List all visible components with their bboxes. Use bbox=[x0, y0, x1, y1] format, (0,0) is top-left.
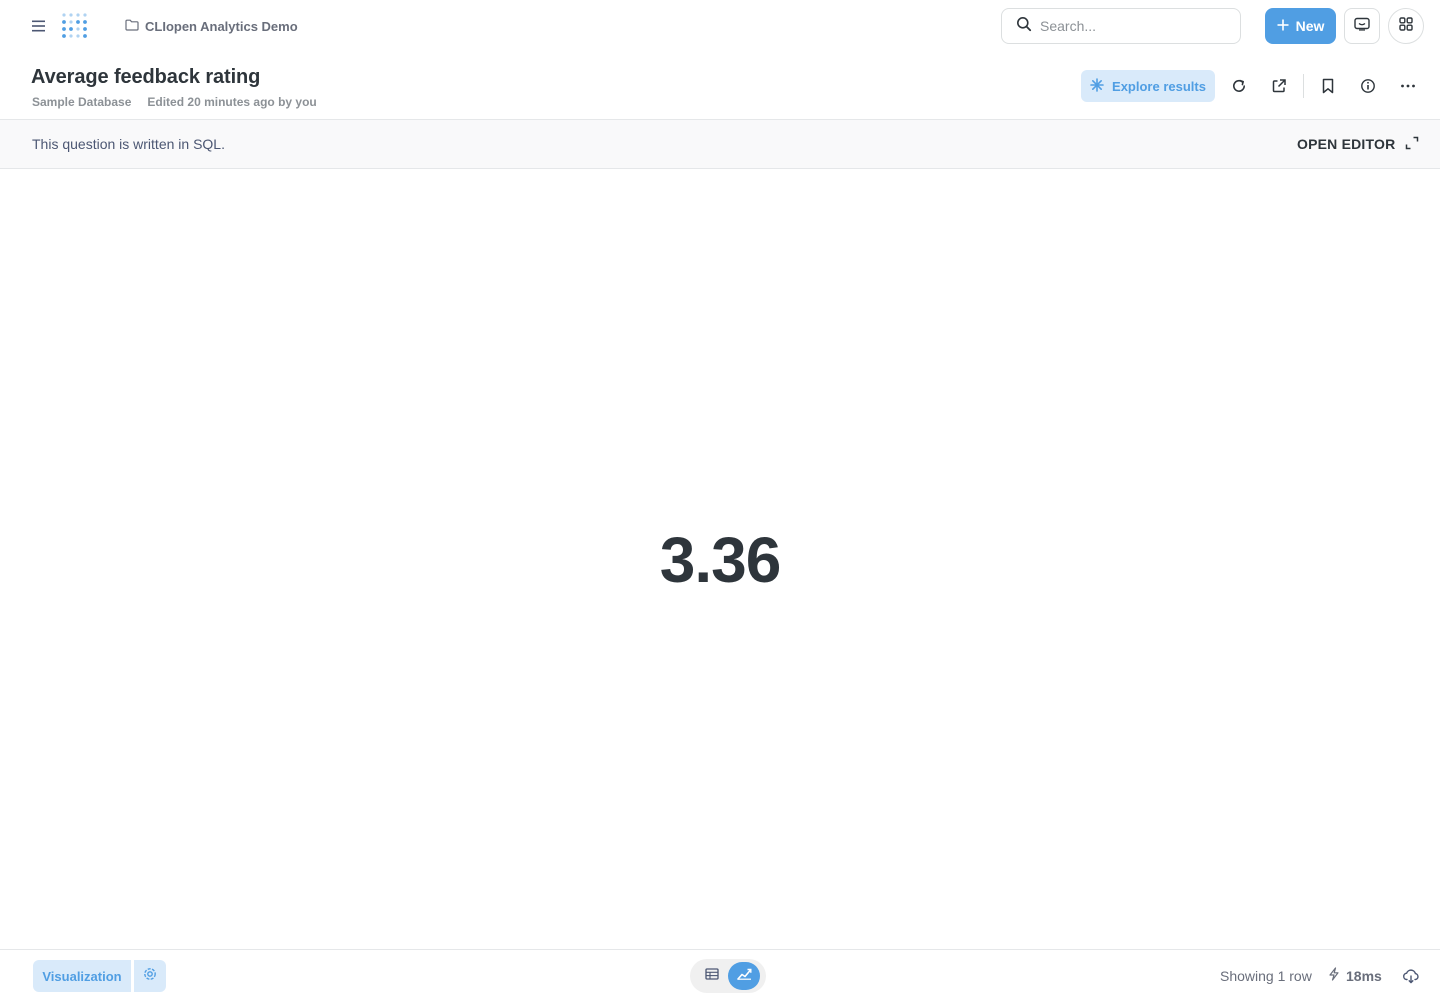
collection-name: CLIopen Analytics Demo bbox=[145, 18, 298, 34]
info-icon[interactable] bbox=[1357, 75, 1379, 97]
collection-breadcrumb[interactable]: CLIopen Analytics Demo bbox=[125, 17, 298, 35]
sql-notice-text: This question is written in SQL. bbox=[32, 136, 225, 152]
sparkle-icon bbox=[1090, 77, 1104, 95]
visualization-button[interactable]: Visualization bbox=[33, 960, 131, 992]
folder-icon bbox=[125, 19, 139, 34]
open-editor-label: OPEN EDITOR bbox=[1297, 136, 1396, 152]
search-input[interactable] bbox=[1040, 18, 1220, 34]
cloud-download-icon[interactable] bbox=[1401, 966, 1421, 986]
sql-notice-bar: This question is written in SQL. OPEN ED… bbox=[0, 119, 1440, 169]
bolt-icon bbox=[1328, 967, 1340, 984]
query-timing: 18ms bbox=[1328, 967, 1382, 984]
table-view-toggle[interactable] bbox=[696, 962, 728, 990]
chatbot-icon bbox=[1354, 17, 1370, 36]
timing-value: 18ms bbox=[1346, 967, 1382, 984]
search-box[interactable] bbox=[1001, 8, 1241, 44]
ai-assistant-button[interactable] bbox=[1344, 8, 1380, 44]
line-chart-icon bbox=[736, 967, 752, 985]
explore-results-label: Explore results bbox=[1112, 78, 1206, 94]
top-nav: CLIopen Analytics Demo New bbox=[0, 0, 1440, 52]
new-button-label: New bbox=[1295, 18, 1325, 34]
share-icon[interactable] bbox=[1268, 75, 1290, 97]
search-icon bbox=[1016, 16, 1032, 37]
dot-grid-logo[interactable] bbox=[61, 11, 89, 41]
visualization-settings-button[interactable] bbox=[134, 960, 166, 992]
chart-view-toggle[interactable] bbox=[728, 962, 760, 990]
explore-results-button[interactable]: Explore results bbox=[1081, 70, 1215, 102]
gear-icon bbox=[142, 966, 158, 987]
apps-button[interactable] bbox=[1388, 8, 1424, 44]
ellipsis-icon[interactable] bbox=[1397, 75, 1419, 97]
question-title[interactable]: Average feedback rating bbox=[31, 66, 260, 89]
database-link[interactable]: Sample Database bbox=[32, 95, 131, 109]
scalar-value[interactable]: 3.36 bbox=[0, 518, 1440, 602]
app-root: CLIopen Analytics Demo New Average fe bbox=[0, 0, 1440, 1000]
plus-icon bbox=[1277, 18, 1289, 34]
new-button[interactable]: New bbox=[1265, 8, 1336, 44]
table-icon bbox=[705, 967, 719, 985]
last-edited[interactable]: Edited 20 minutes ago by you bbox=[147, 95, 316, 109]
row-count: Showing 1 row bbox=[1220, 968, 1312, 984]
question-meta: Sample Database Edited 20 minutes ago by… bbox=[32, 95, 317, 109]
refresh-icon[interactable] bbox=[1228, 75, 1250, 97]
footer-bar: Visualization Showing 1 row 18ms bbox=[0, 949, 1440, 1000]
header-divider bbox=[1303, 74, 1304, 98]
view-toggle bbox=[690, 959, 766, 993]
grid-icon bbox=[1399, 16, 1413, 36]
hamburger-icon[interactable] bbox=[28, 15, 50, 37]
expand-icon bbox=[1405, 136, 1419, 153]
bookmark-icon[interactable] bbox=[1317, 75, 1339, 97]
open-editor-button[interactable]: OPEN EDITOR bbox=[1297, 134, 1419, 154]
